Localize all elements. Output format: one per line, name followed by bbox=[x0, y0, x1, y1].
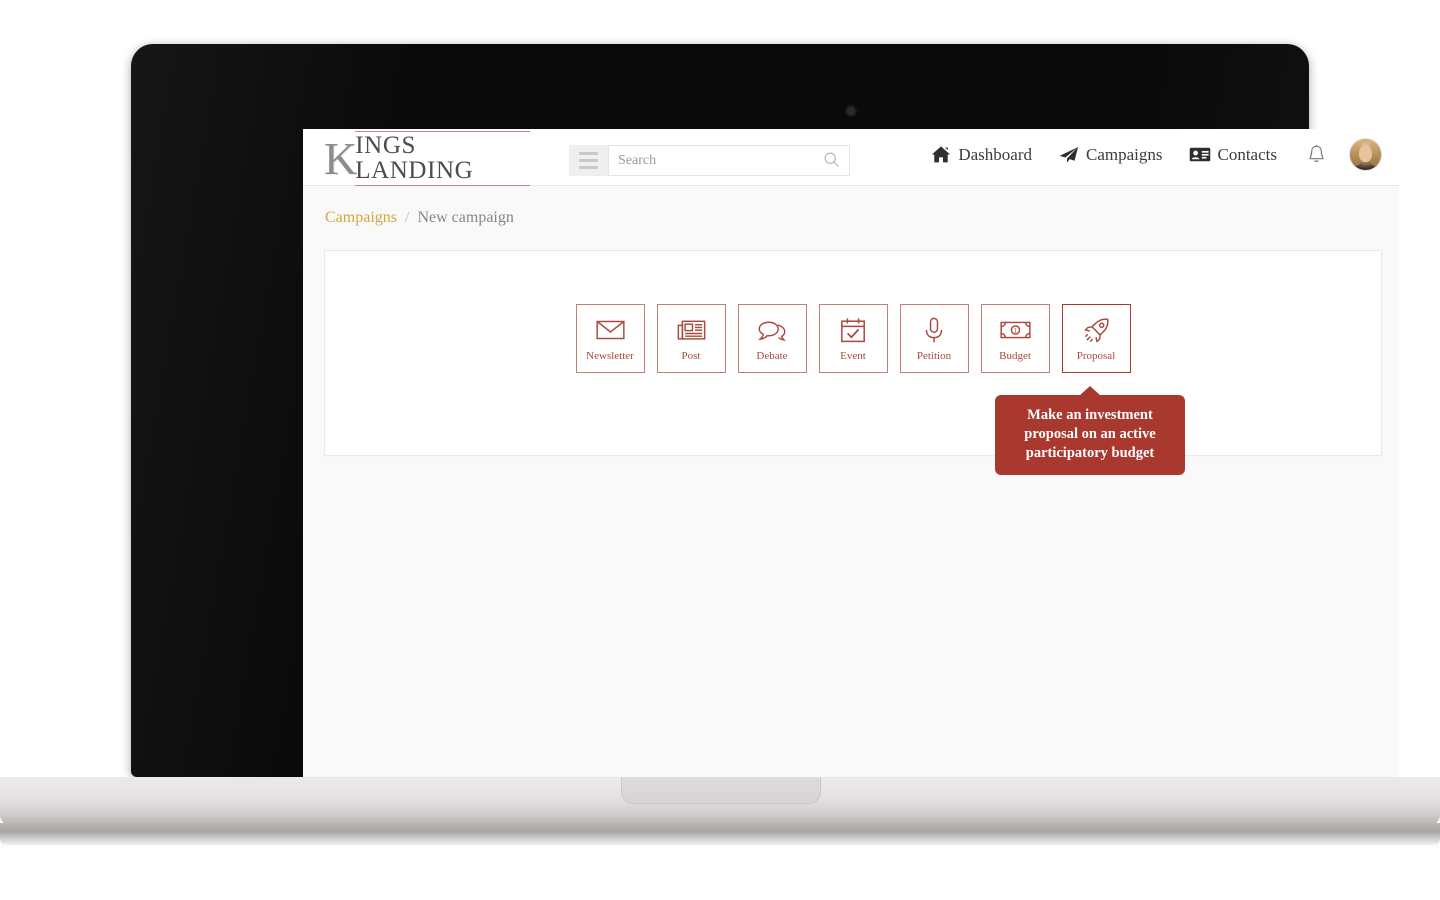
laptop-base-foot bbox=[0, 823, 1440, 845]
speech-bubbles-icon bbox=[757, 315, 787, 345]
breadcrumb-campaigns[interactable]: Campaigns bbox=[325, 209, 397, 227]
campaign-type-petition[interactable]: Petition bbox=[899, 304, 969, 373]
calendar-check-icon bbox=[840, 315, 866, 345]
new-campaign-panel: Newsletter Post Debate Event Petition 1 … bbox=[324, 250, 1382, 456]
microphone-icon bbox=[923, 315, 945, 345]
home-icon bbox=[931, 145, 951, 164]
campaign-type-list: Newsletter Post Debate Event Petition 1 … bbox=[325, 304, 1381, 373]
campaign-type-label: Debate bbox=[756, 350, 788, 362]
search-box[interactable] bbox=[608, 145, 850, 176]
laptop-base-highlight bbox=[0, 845, 1440, 851]
paper-plane-icon bbox=[1058, 145, 1079, 164]
tooltip-text: Make an investment proposal on an active… bbox=[1024, 407, 1156, 462]
app-logo[interactable]: K INGS LANDING bbox=[324, 130, 530, 186]
campaign-type-label: Proposal bbox=[1076, 350, 1116, 362]
laptop-screen: K INGS LANDING Search Dashboard Campaign… bbox=[303, 129, 1399, 819]
nav-item-dashboard[interactable]: Dashboard bbox=[931, 145, 1032, 165]
campaign-type-label: Event bbox=[840, 350, 866, 362]
laptop-lid: K INGS LANDING Search Dashboard Campaign… bbox=[131, 44, 1399, 819]
campaign-type-budget[interactable]: 1 Budget bbox=[980, 304, 1050, 373]
bell-icon[interactable] bbox=[1307, 144, 1326, 165]
avatar-face bbox=[1359, 145, 1372, 162]
screenshot-stage: K INGS LANDING Search Dashboard Campaign… bbox=[0, 0, 1440, 900]
webcam-dot bbox=[847, 107, 855, 115]
nav-label-contacts: Contacts bbox=[1217, 144, 1278, 164]
breadcrumb-current: New campaign bbox=[417, 209, 514, 226]
newspaper-icon bbox=[677, 315, 706, 345]
banknote-icon: 1 bbox=[999, 315, 1031, 345]
campaign-type-post[interactable]: Post bbox=[656, 304, 726, 373]
campaign-type-newsletter[interactable]: Newsletter bbox=[575, 304, 645, 373]
breadcrumb-separator: / bbox=[405, 209, 410, 226]
svg-text:1: 1 bbox=[1013, 328, 1016, 335]
logo-initial: K bbox=[324, 133, 358, 184]
search-icon[interactable] bbox=[823, 151, 840, 168]
logo-wordmark: INGS LANDING bbox=[355, 130, 530, 186]
laptop-base-notch bbox=[621, 777, 821, 804]
campaign-type-label: Post bbox=[681, 350, 701, 362]
campaign-type-event[interactable]: Event bbox=[818, 304, 888, 373]
id-card-icon bbox=[1189, 146, 1211, 163]
rocket-icon bbox=[1083, 315, 1110, 345]
nav-label-campaigns: Campaigns bbox=[1086, 144, 1163, 164]
campaign-type-label: Newsletter bbox=[586, 350, 634, 362]
breadcrumb: Campaigns / New campaign bbox=[325, 209, 514, 227]
campaign-type-label: Budget bbox=[999, 350, 1031, 362]
search-input[interactable] bbox=[609, 146, 800, 175]
nav-item-contacts[interactable]: Contacts bbox=[1189, 144, 1278, 165]
app-header: K INGS LANDING Search Dashboard Campaign… bbox=[303, 129, 1399, 186]
search-bar bbox=[569, 145, 850, 176]
hamburger-icon[interactable] bbox=[569, 145, 608, 176]
nav-item-campaigns[interactable]: Campaigns bbox=[1058, 145, 1163, 165]
campaign-type-label: Petition bbox=[916, 350, 952, 362]
main-nav: Dashboard Campaigns Contacts bbox=[905, 139, 1381, 170]
campaign-type-tooltip: Make an investment proposal on an active… bbox=[995, 386, 1185, 476]
campaign-type-debate[interactable]: Debate bbox=[737, 304, 807, 373]
envelope-icon bbox=[595, 315, 625, 345]
campaign-type-proposal[interactable]: Proposal bbox=[1061, 304, 1131, 373]
user-avatar[interactable] bbox=[1350, 139, 1381, 170]
nav-label-dashboard: Dashboard bbox=[958, 144, 1032, 164]
tooltip-arrow bbox=[1079, 386, 1101, 396]
